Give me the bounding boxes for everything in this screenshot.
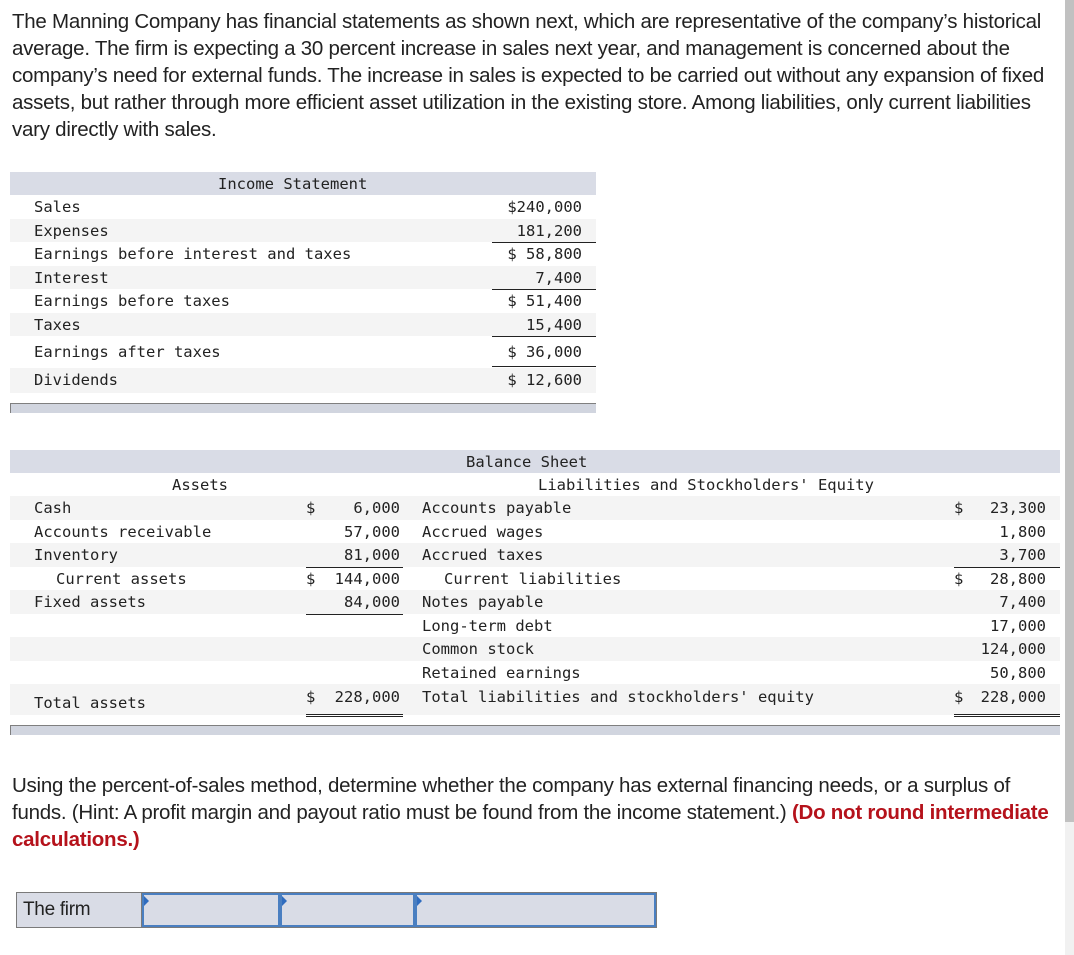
liability-label: Accrued wages xyxy=(422,522,544,541)
liability-value: 124,000 xyxy=(980,640,1046,658)
income-statement-title: Income Statement xyxy=(218,175,368,193)
table-row: Dividends $ 12,600 xyxy=(10,368,596,393)
asset-value: 6,000 xyxy=(353,499,400,517)
liability-value: 3,700 xyxy=(999,546,1046,564)
income-statement-header: Income Statement xyxy=(10,172,596,195)
table-row: Interest 7,400 xyxy=(10,265,596,290)
row-label: Taxes xyxy=(34,315,81,334)
liabilities-header: Liabilities and Stockholders' Equity xyxy=(538,476,874,494)
row-label: Interest xyxy=(34,268,109,287)
problem-intro: The Manning Company has financial statem… xyxy=(12,10,1045,141)
liability-label: Retained earnings xyxy=(422,663,581,682)
asset-label: Total assets xyxy=(34,694,146,712)
dropdown-flag-icon xyxy=(282,896,287,906)
double-underline xyxy=(954,714,1060,717)
asset-value: 81,000 xyxy=(344,546,400,564)
liability-label: Long-term debt xyxy=(422,616,553,635)
table-footer xyxy=(10,725,1060,735)
table-row: Earnings before interest and taxes $ 58,… xyxy=(10,242,596,266)
asset-label: Inventory xyxy=(34,546,118,564)
liability-dollar: $ xyxy=(954,688,964,706)
asset-label: Current assets xyxy=(56,569,187,588)
row-value: $ 58,800 xyxy=(507,245,582,263)
table-row: Current assets $ 144,000 Current liabili… xyxy=(10,567,1060,591)
answer-input-amount[interactable] xyxy=(415,893,656,927)
table-row: Accounts receivable 57,000 Accrued wages… xyxy=(10,520,1060,544)
liability-dollar: $ xyxy=(954,499,964,517)
asset-label: Cash xyxy=(34,499,72,517)
input-flag-icon xyxy=(417,896,422,906)
table-row: Expenses 181,200 xyxy=(10,218,596,243)
assets-header: Assets xyxy=(172,476,228,494)
liability-label: Total liabilities and stockholders' equi… xyxy=(422,688,814,706)
table-row: Earnings before taxes $ 51,400 xyxy=(10,289,596,313)
question-text: Using the percent-of-sales method, deter… xyxy=(12,772,1057,853)
row-value: $ 12,600 xyxy=(507,371,582,389)
asset-value: 84,000 xyxy=(344,593,400,611)
liability-value: 28,800 xyxy=(990,569,1046,588)
row-value: 7,400 xyxy=(535,268,582,287)
table-row: Cash $ 6,000 Accounts payable $ 23,300 xyxy=(10,496,1060,520)
asset-value: 57,000 xyxy=(344,522,400,541)
answer-dropdown-1[interactable] xyxy=(142,893,280,927)
liability-value: 7,400 xyxy=(999,593,1046,611)
asset-value: 144,000 xyxy=(334,569,400,588)
table-row: Retained earnings 50,800 xyxy=(10,661,1060,685)
balance-sheet-table: Balance Sheet Assets Liabilities and Sto… xyxy=(10,450,1060,735)
row-value: $ 51,400 xyxy=(507,292,582,310)
balance-sheet-subheader: Assets Liabilities and Stockholders' Equ… xyxy=(10,473,1060,496)
row-label: Earnings before interest and taxes xyxy=(34,245,352,263)
balance-sheet-header: Balance Sheet xyxy=(10,450,1060,473)
asset-value: 228,000 xyxy=(334,688,400,706)
table-row: Taxes 15,400 xyxy=(10,312,596,337)
scrollbar-thumb[interactable] xyxy=(1065,0,1074,822)
row-label: Earnings before taxes xyxy=(34,292,230,310)
liability-value: 50,800 xyxy=(990,663,1046,682)
liability-value: 23,300 xyxy=(990,499,1046,517)
row-label: Expenses xyxy=(34,221,109,240)
table-row: Total assets $ 228,000 Total liabilities… xyxy=(10,684,1060,717)
row-label: Sales xyxy=(34,198,81,216)
table-row: Fixed assets 84,000 Notes payable 7,400 xyxy=(10,590,1060,615)
liability-value: 228,000 xyxy=(980,688,1046,706)
row-value: 181,200 xyxy=(516,221,582,240)
table-row: Common stock 124,000 xyxy=(10,637,1060,661)
answer-row: The firm xyxy=(16,892,657,928)
answer-label: The firm xyxy=(17,893,142,927)
liability-label: Accrued taxes xyxy=(422,546,544,564)
liability-label: Current liabilities xyxy=(444,569,622,588)
asset-label: Fixed assets xyxy=(34,593,146,611)
answer-dropdown-2[interactable] xyxy=(280,893,415,927)
liability-value: 1,800 xyxy=(999,522,1046,541)
row-value: $ 36,000 xyxy=(507,343,582,361)
balance-sheet-title: Balance Sheet xyxy=(466,453,588,471)
row-label: Earnings after taxes xyxy=(34,343,221,361)
row-value: $240,000 xyxy=(507,198,582,216)
table-row: Long-term debt 17,000 xyxy=(10,614,1060,638)
double-underline xyxy=(306,714,403,717)
liability-dollar: $ xyxy=(954,569,964,588)
row-value: 15,400 xyxy=(526,315,582,334)
liability-label: Accounts payable xyxy=(422,499,572,517)
liability-value: 17,000 xyxy=(990,616,1046,635)
table-row: Sales $240,000 xyxy=(10,195,596,219)
liability-label: Common stock xyxy=(422,640,534,658)
asset-label: Accounts receivable xyxy=(34,522,212,541)
table-footer xyxy=(10,403,596,413)
table-row: Inventory 81,000 Accrued taxes 3,700 xyxy=(10,543,1060,568)
income-statement-table: Income Statement Sales $240,000 Expenses… xyxy=(10,172,596,413)
liability-label: Notes payable xyxy=(422,593,544,611)
row-label: Dividends xyxy=(34,371,118,389)
dropdown-flag-icon xyxy=(144,896,149,906)
table-row: Earnings after taxes $ 36,000 xyxy=(10,336,596,369)
